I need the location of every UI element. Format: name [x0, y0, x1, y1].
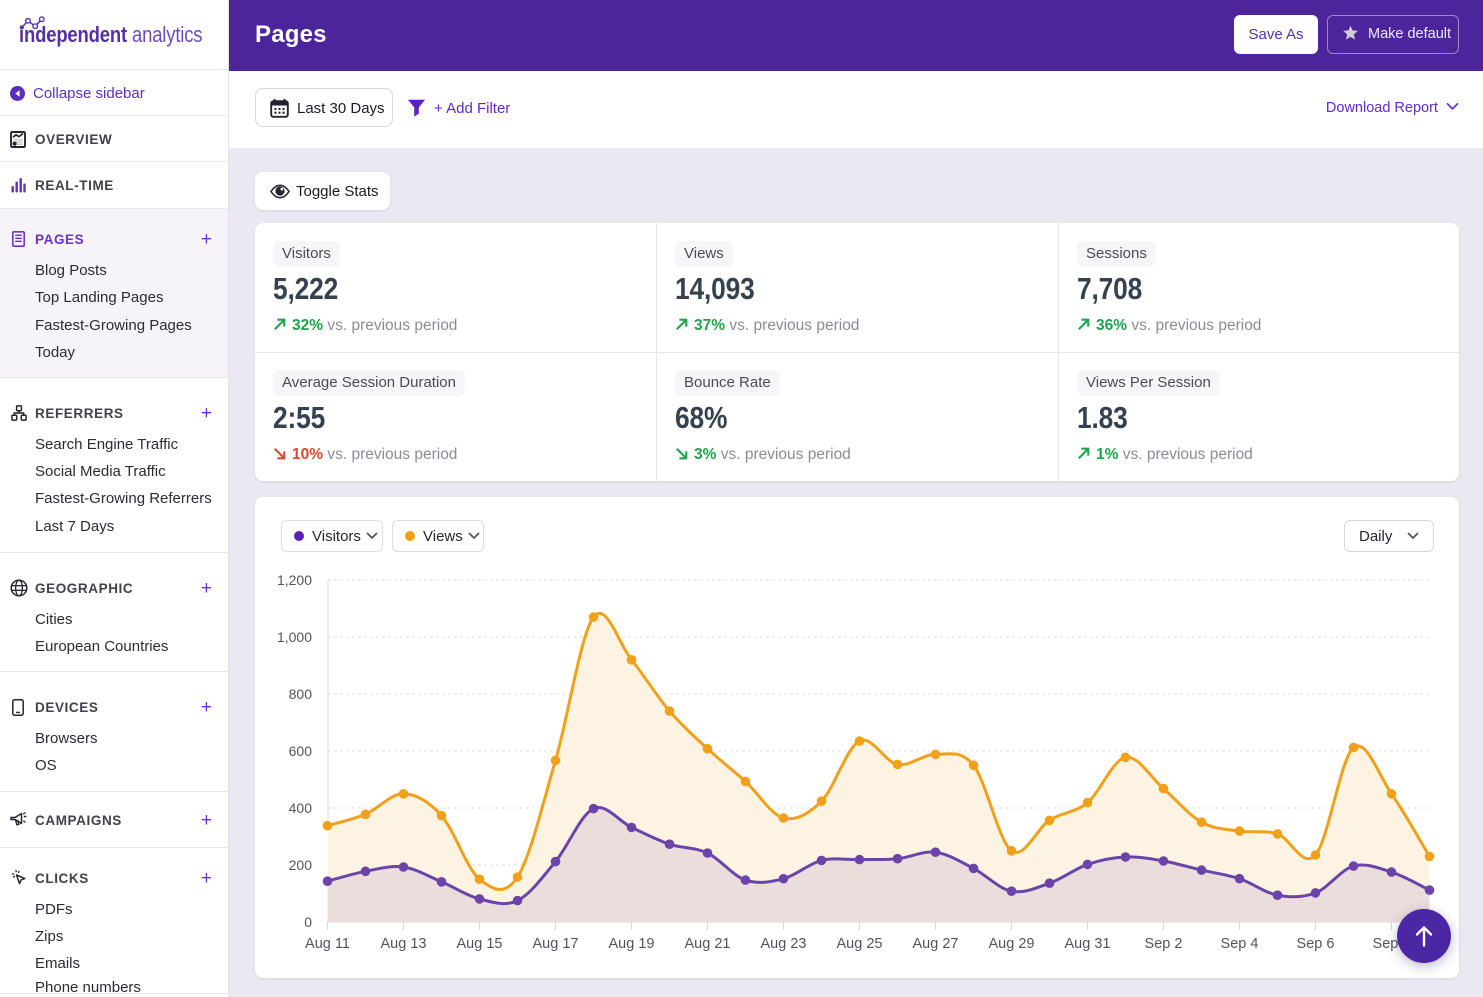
- svg-text:Aug 13: Aug 13: [381, 936, 427, 952]
- svg-text:Aug 29: Aug 29: [989, 936, 1035, 952]
- svg-text:Aug 15: Aug 15: [457, 936, 503, 952]
- svg-text:Aug 19: Aug 19: [609, 936, 655, 952]
- svg-text:400: 400: [289, 800, 313, 816]
- svg-text:600: 600: [289, 743, 313, 759]
- svg-text:Sep 6: Sep 6: [1297, 936, 1335, 952]
- svg-text:800: 800: [289, 686, 313, 702]
- svg-text:Sep 2: Sep 2: [1145, 936, 1183, 952]
- svg-text:Sep 4: Sep 4: [1221, 936, 1259, 952]
- svg-text:Aug 21: Aug 21: [685, 936, 731, 952]
- svg-text:Aug 17: Aug 17: [533, 936, 579, 952]
- svg-text:Aug 27: Aug 27: [913, 936, 959, 952]
- svg-text:Aug 11: Aug 11: [305, 936, 350, 952]
- svg-text:Aug 25: Aug 25: [837, 936, 883, 952]
- svg-text:1,200: 1,200: [277, 572, 312, 588]
- svg-text:Aug 23: Aug 23: [761, 936, 807, 952]
- svg-text:200: 200: [289, 857, 313, 873]
- svg-text:Aug 31: Aug 31: [1065, 936, 1111, 952]
- svg-text:1,000: 1,000: [277, 629, 312, 645]
- svg-text:0: 0: [304, 914, 312, 930]
